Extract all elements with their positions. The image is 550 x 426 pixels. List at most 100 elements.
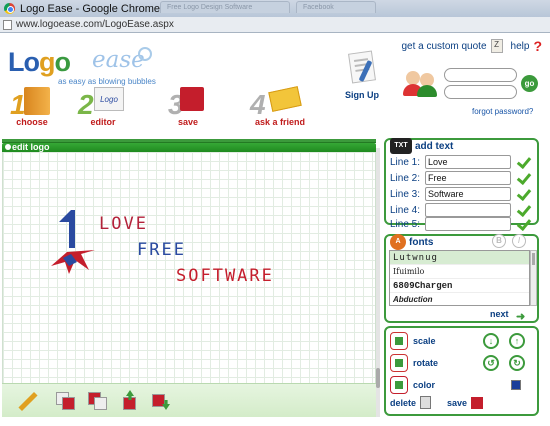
edit-logo-title: edit logo: [12, 142, 50, 152]
background-tab-1[interactable]: Free Logo Design Software: [160, 1, 290, 13]
envelope-icon: [268, 86, 302, 112]
scale-down-button[interactable]: ↓: [483, 333, 499, 349]
italic-toggle-button[interactable]: I: [512, 234, 526, 248]
line-5-label: Line 5:: [390, 218, 421, 230]
forgot-password-link[interactable]: forgot password?: [472, 107, 533, 116]
text-line-3-row: Line 3: Software: [390, 186, 536, 202]
line-5-apply-check-icon[interactable]: [516, 217, 532, 231]
nav-save[interactable]: 3 save: [168, 83, 208, 127]
line-4-apply-check-icon[interactable]: [516, 203, 532, 217]
custom-quote-link[interactable]: get a custom quote: [401, 41, 486, 52]
trash-icon[interactable]: [420, 396, 432, 409]
text-line-4-row: Line 4:: [390, 202, 536, 218]
editor-logo-icon: Logo: [94, 87, 124, 111]
bold-toggle-button[interactable]: B: [492, 234, 506, 248]
pencil-tool-button[interactable]: [14, 390, 38, 412]
delete-label[interactable]: delete: [390, 398, 416, 408]
font-item-2[interactable]: Ifuimilo: [390, 265, 529, 279]
line-3-label: Line 3:: [390, 188, 421, 200]
line-1-apply-check-icon[interactable]: [516, 155, 532, 169]
nav-choose[interactable]: 1 choose: [10, 83, 54, 127]
text-line-2-row: Line 2: Free: [390, 170, 536, 186]
window-titlebar: Logo Ease - Google Chrome Free Logo Desi…: [0, 0, 550, 17]
color-row: color: [390, 374, 536, 396]
line-5-input[interactable]: [425, 217, 511, 231]
line-1-input[interactable]: Love: [425, 155, 511, 169]
line-2-label: Line 2:: [390, 172, 421, 184]
font-item-4[interactable]: Abduction: [390, 293, 529, 305]
line-2-apply-check-icon[interactable]: [516, 171, 532, 185]
logo-text-line3[interactable]: SOFTWARE: [176, 266, 274, 286]
password-field[interactable]: [444, 85, 517, 99]
pencil-icon: [18, 391, 38, 412]
color-swatch[interactable]: [511, 380, 521, 390]
choose-book-icon: [24, 87, 50, 115]
move-up-button[interactable]: [118, 390, 142, 412]
font-list[interactable]: Lutwnug Ifuimilo 6809Chargen Abduction: [389, 250, 530, 306]
fonts-title: fonts: [409, 236, 434, 248]
panel-dot-icon: [5, 144, 11, 150]
page-icon: [3, 19, 12, 30]
text-tool-icon: TXT: [390, 138, 412, 154]
send-back-button[interactable]: [54, 390, 78, 412]
layer-back-icon: [62, 397, 75, 410]
fonts-header: A fonts: [390, 234, 433, 250]
bubble-icon: [138, 47, 152, 61]
logo-ease-text: ease: [92, 47, 145, 73]
users-icon: [402, 69, 438, 97]
save-disk-icon[interactable]: [471, 396, 484, 409]
scale-icon: [390, 332, 408, 350]
nav-ask-friend[interactable]: 4 ask a friend: [250, 83, 310, 127]
signup-button[interactable]: Sign Up: [343, 50, 379, 100]
line-3-apply-check-icon[interactable]: [516, 187, 532, 201]
line-4-label: Line 4:: [390, 204, 421, 216]
url-text[interactable]: www.logoease.com/LogoEase.aspx: [16, 19, 174, 30]
go-button[interactable]: go: [521, 75, 538, 92]
background-tab-2[interactable]: Facebook: [296, 1, 376, 13]
bring-front-button[interactable]: [86, 390, 110, 412]
color-label: color: [413, 380, 436, 390]
fonts-next-link[interactable]: next: [490, 309, 509, 319]
text-line-5-row: Line 5:: [390, 217, 536, 231]
line-3-input[interactable]: Software: [425, 187, 511, 201]
editor-scrollbar[interactable]: [376, 148, 380, 417]
scale-row: scale ↓ ↑: [390, 330, 536, 352]
save-label[interactable]: save: [447, 398, 467, 408]
text-line-1-row: Line 1: Love: [390, 154, 536, 170]
quote-icon[interactable]: Z: [490, 39, 503, 53]
logo-wordmark: Logo: [8, 47, 71, 77]
rotate-label: rotate: [413, 358, 439, 368]
line-2-input[interactable]: Free: [425, 171, 511, 185]
font-list-scrollbar[interactable]: [530, 250, 537, 306]
rotate-right-button[interactable]: ↻: [509, 355, 525, 371]
save-floppy-icon: [180, 87, 204, 111]
window-title: Logo Ease - Google Chrome: [20, 2, 161, 15]
line-4-input[interactable]: [425, 203, 511, 217]
logo-canvas[interactable]: LOVE FREE SOFTWARE: [2, 152, 376, 383]
nav-editor[interactable]: 2 Logo editor: [78, 83, 128, 127]
add-text-header: TXT add text: [390, 138, 453, 154]
username-field[interactable]: [444, 68, 517, 82]
controls-panel: scale ↓ ↑ rotate ↺ ↻ color delete save: [384, 326, 539, 416]
logo-text-line1[interactable]: LOVE: [99, 214, 148, 234]
help-link[interactable]: help: [511, 41, 530, 52]
page: Logo ease as easy as blowing bubbles get…: [0, 33, 550, 426]
scale-label: scale: [413, 336, 436, 346]
help-question-icon[interactable]: ?: [533, 38, 542, 54]
font-item-1[interactable]: Lutwnug: [390, 251, 529, 265]
paint-bucket-icon: [390, 376, 408, 394]
rotate-left-button[interactable]: ↺: [483, 355, 499, 371]
bottom-actions: delete save: [390, 396, 484, 409]
rotate-row: rotate ↺ ↻: [390, 352, 536, 374]
scale-up-button[interactable]: ↑: [509, 333, 525, 349]
next-arrow-icon[interactable]: ➜: [516, 310, 525, 323]
move-down-button[interactable]: [150, 390, 174, 412]
add-text-title: add text: [415, 140, 454, 152]
signup-label: Sign Up: [345, 90, 379, 100]
logo-text-line2[interactable]: FREE: [137, 240, 186, 260]
address-bar[interactable]: www.logoease.com/LogoEase.aspx: [0, 17, 550, 33]
top-links: get a custom quote Z help ?: [401, 38, 542, 54]
font-item-3[interactable]: 6809Chargen: [390, 279, 529, 293]
fonts-icon: A: [390, 234, 406, 250]
chrome-icon: [4, 3, 15, 14]
